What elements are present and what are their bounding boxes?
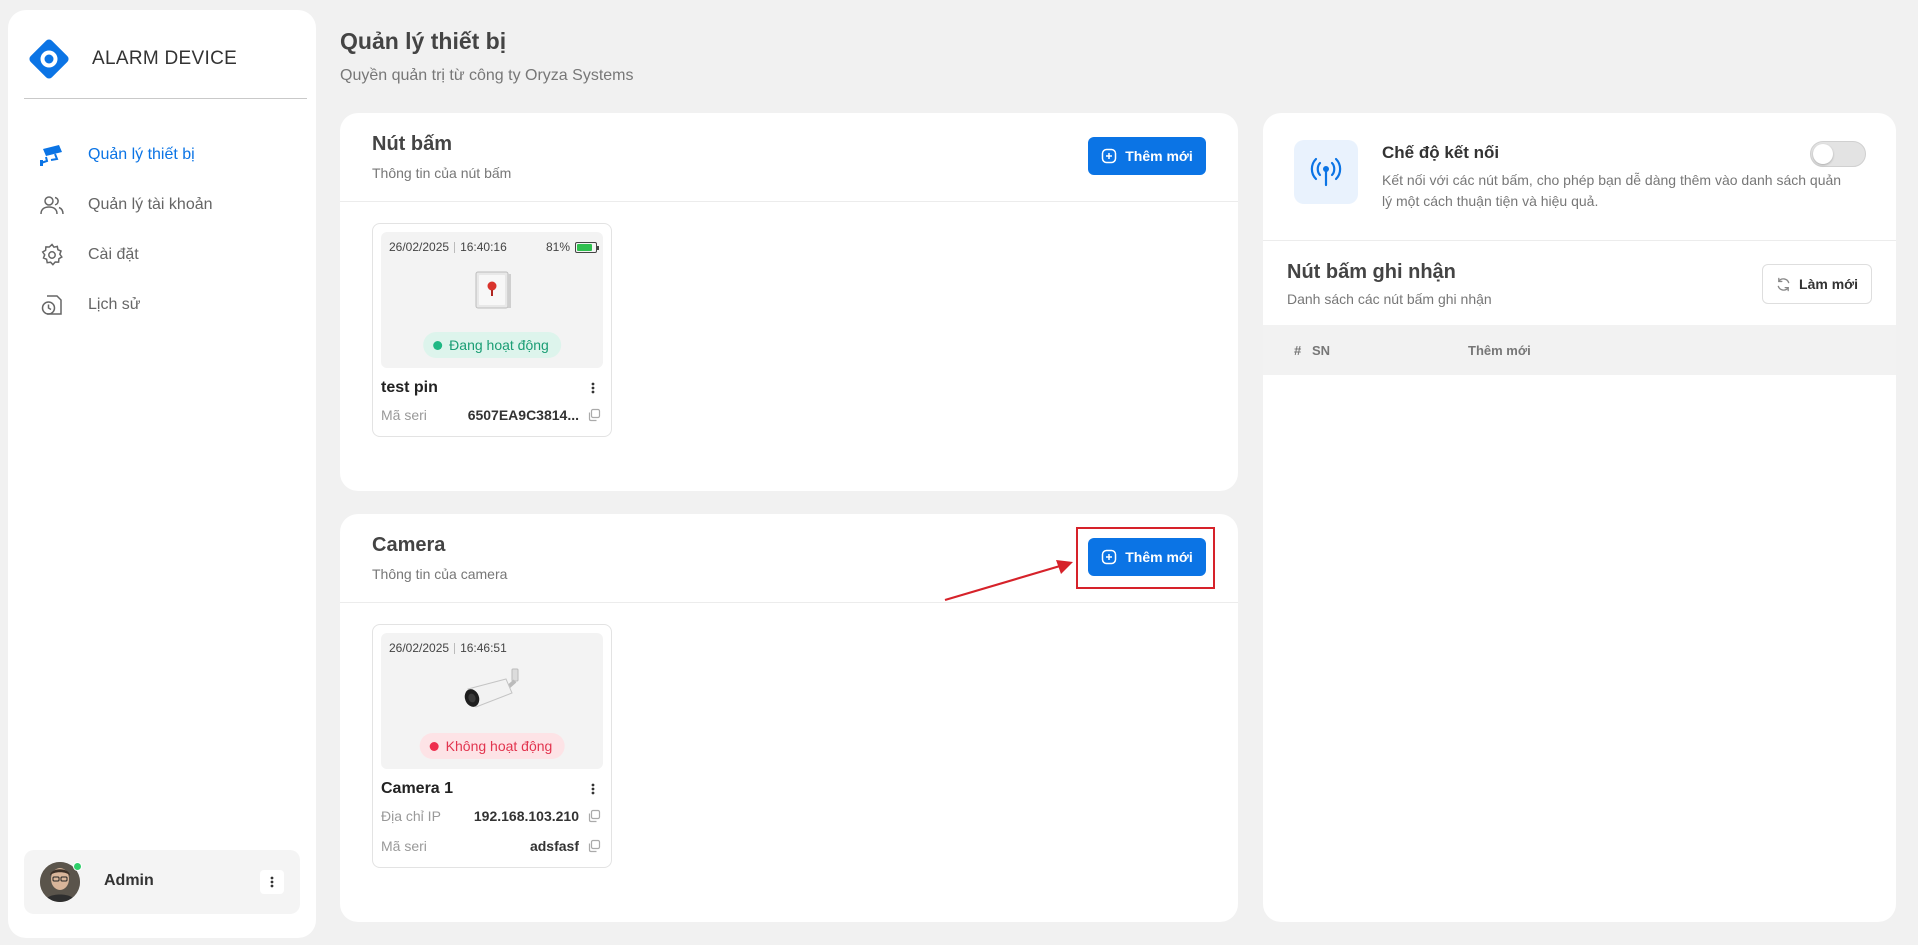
column-header-index: # [1294, 342, 1302, 358]
sidebar-item-device-management[interactable]: Quản lý thiết bị [38, 130, 213, 180]
refresh-icon [1777, 277, 1790, 291]
connection-mode-description: Kết nối với các nút bấm, cho phép bạn dễ… [1382, 172, 1842, 209]
sidebar-item-history[interactable]: Lịch sử [38, 280, 213, 330]
device-name: test pin [381, 379, 438, 396]
timestamp-time: 16:40:16 [460, 240, 507, 254]
alarm-button-image [475, 271, 511, 309]
column-header-sn: SN [1312, 342, 1331, 358]
connection-icon-box [1294, 140, 1358, 204]
sidebar-item-label: Lịch sử [88, 296, 141, 313]
online-status-dot [73, 862, 82, 871]
timestamp-time: 16:46:51 [460, 641, 507, 655]
copy-icon[interactable] [587, 408, 601, 422]
kebab-menu-icon [591, 783, 595, 795]
device-name-row: test pin [373, 376, 611, 400]
camera-preview: 26/02/2025 16:46:51 Không hoạt động [381, 633, 603, 769]
history-icon [38, 291, 66, 319]
refresh-button[interactable]: Làm mới [1762, 264, 1872, 304]
panel-subtitle: Thông tin của camera [372, 566, 508, 582]
status-label: Không hoạt động [445, 738, 553, 754]
serial-value: adsfasf [529, 838, 579, 854]
user-profile-card[interactable]: Admin [24, 850, 300, 914]
timestamp: 26/02/2025 16:40:16 [389, 240, 507, 254]
column-header-added: Thêm mới [1468, 342, 1531, 358]
annotation-highlight-box [1076, 527, 1215, 589]
timestamp-date: 26/02/2025 [389, 641, 450, 655]
sidebar-nav: Quản lý thiết bị Quản lý tài khoản Cài đ… [38, 130, 213, 330]
status-badge: Không hoạt động [419, 733, 565, 759]
plus-square-icon [1101, 148, 1117, 164]
timestamp-date: 26/02/2025 [389, 240, 450, 254]
sidebar-item-label: Cài đặt [88, 246, 139, 263]
timestamp: 26/02/2025 16:46:51 [389, 641, 507, 655]
refresh-label: Làm mới [1799, 276, 1858, 292]
ip-label: Địa chỉ IP [381, 808, 441, 824]
serial-value: 6507EA9C3814... [467, 407, 579, 423]
copy-icon[interactable] [587, 839, 601, 853]
status-badge: Đang hoạt động [423, 332, 561, 358]
toggle-knob [1813, 144, 1833, 164]
user-menu-button[interactable] [260, 870, 284, 894]
serial-label: Mã seri [381, 838, 427, 854]
camera-card[interactable]: 26/02/2025 16:46:51 Không hoạt động Came… [372, 624, 612, 868]
device-card[interactable]: 26/02/2025 16:40:16 81% Đang hoạt động t… [372, 223, 612, 437]
page-subtitle: Quyền quản trị từ công ty Oryza Systems [340, 67, 634, 84]
panel-title: Nút bấm [372, 133, 452, 155]
device-preview: 26/02/2025 16:40:16 81% Đang hoạt động [381, 232, 603, 368]
device-menu-button[interactable] [585, 380, 601, 396]
page-title: Quản lý thiết bị [340, 28, 507, 54]
annotation-arrow-icon [944, 560, 1073, 602]
sidebar-item-settings[interactable]: Cài đặt [38, 230, 213, 280]
timestamp-separator [454, 241, 456, 253]
battery-icon [575, 241, 599, 253]
panel-divider [340, 201, 1238, 202]
device-name: Camera 1 [381, 780, 454, 797]
sidebar-item-label: Quản lý thiết bị [88, 146, 195, 163]
status-dot [429, 741, 439, 751]
ip-value: 192.168.103.210 [473, 808, 579, 824]
kebab-menu-icon [270, 876, 274, 888]
panel-title: Camera [372, 534, 446, 556]
connection-mode-title: Chế độ kết nối [1382, 143, 1500, 162]
alarm-buttons-panel: Nút bấm Thông tin của nút bấm Thêm mới 2… [340, 113, 1238, 491]
recorded-buttons-title: Nút bấm ghi nhận [1287, 261, 1456, 283]
sidebar-item-account-management[interactable]: Quản lý tài khoản [38, 180, 213, 230]
panel-divider [340, 602, 1238, 603]
brand-name: ALARM DEVICE [92, 48, 238, 69]
add-button-label: Thêm mới [1125, 148, 1193, 164]
panel-divider [1263, 240, 1896, 241]
brand-divider [24, 98, 307, 99]
ip-row: Địa chỉ IP 192.168.103.210 [373, 801, 611, 831]
recorded-buttons-subtitle: Danh sách các nút bấm ghi nhận [1287, 291, 1492, 307]
timestamp-separator [454, 642, 456, 654]
user-name: Admin [104, 872, 154, 889]
status-dot [433, 340, 443, 350]
sidebar-item-label: Quản lý tài khoản [88, 196, 213, 213]
camera-image [464, 668, 519, 708]
panel-subtitle: Thông tin của nút bấm [372, 165, 512, 181]
kebab-menu-icon [591, 382, 595, 394]
battery-percent: 81% [545, 240, 570, 254]
serial-row: Mã seri 6507EA9C3814... [373, 400, 611, 430]
cctv-icon [38, 141, 66, 169]
device-name-row: Camera 1 [373, 777, 611, 801]
connection-panel: Chế độ kết nối Kết nối với các nút bấm, … [1263, 113, 1896, 922]
serial-label: Mã seri [381, 407, 427, 423]
serial-row: Mã seri adsfasf [373, 831, 611, 861]
add-button-device-button[interactable]: Thêm mới [1088, 137, 1206, 175]
status-label: Đang hoạt động [449, 337, 549, 353]
connection-mode-toggle[interactable] [1810, 141, 1866, 167]
copy-icon[interactable] [587, 809, 601, 823]
gear-icon [38, 241, 66, 269]
battery-status: 81% [545, 240, 599, 254]
brand[interactable]: ALARM DEVICE [26, 36, 237, 82]
wireless-signal-icon [1310, 157, 1342, 187]
device-menu-button[interactable] [585, 781, 601, 797]
brand-logo-icon [29, 39, 69, 79]
users-icon [38, 191, 66, 219]
sidebar: ALARM DEVICE Quản lý thiết bị Quản lý tà… [8, 10, 316, 938]
recorded-table-header: # SN Thêm mới [1263, 325, 1896, 375]
